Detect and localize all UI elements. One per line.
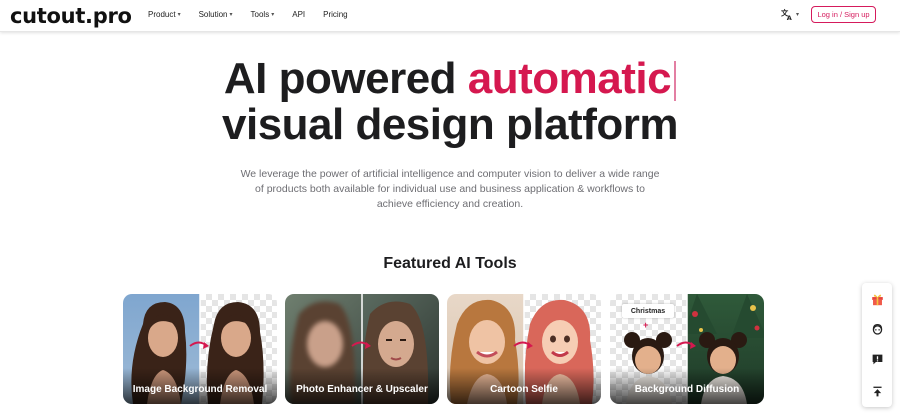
tool-card-label: Background Diffusion <box>634 384 740 395</box>
tool-card-background-removal[interactable]: Image Background Removal <box>123 294 277 404</box>
arrow-right-icon <box>513 341 533 349</box>
nav-pricing[interactable]: Pricing <box>323 10 347 19</box>
logo[interactable]: cutout.pro <box>10 4 132 28</box>
hero-title-highlight: automatic <box>467 54 672 103</box>
nav-api-label: API <box>292 10 306 19</box>
nav-product-label: Product <box>148 10 176 19</box>
back-to-top-icon <box>872 386 882 396</box>
christmas-tag: Christmas <box>622 304 674 318</box>
nav-pricing-label: Pricing <box>323 10 348 19</box>
featured-tools-title: Featured AI Tools <box>383 255 517 272</box>
language-selector[interactable]: 文 A ▾ <box>781 8 799 21</box>
nav-solution[interactable]: Solution ▾ <box>199 10 233 19</box>
chevron-down-icon: ▾ <box>271 12 275 18</box>
hero-description: We leverage the power of artificial inte… <box>240 168 660 210</box>
main-nav: Product ▾ Solution ▾ Tools ▾ API Pricing <box>148 10 366 19</box>
chevron-down-icon: ▾ <box>177 12 181 18</box>
nav-tools-label: Tools <box>250 10 270 19</box>
gift-button[interactable] <box>862 287 892 311</box>
arrow-right-icon <box>676 341 696 349</box>
hero-title-line2: visual design platform <box>222 100 678 149</box>
nav-tools[interactable]: Tools ▾ <box>251 10 275 19</box>
chevron-down-icon: ▾ <box>229 12 233 18</box>
tool-card-photo-enhancer[interactable]: Photo Enhancer & Upscaler <box>285 294 439 404</box>
translate-icon: 文 A <box>781 8 792 21</box>
gift-icon <box>871 294 883 305</box>
feedback-button[interactable] <box>862 347 892 371</box>
tool-card-cartoon-selfie[interactable]: Cartoon Selfie <box>447 294 601 404</box>
nav-api[interactable]: API <box>292 10 305 19</box>
login-signup-button[interactable]: Log in / Sign up <box>811 6 876 23</box>
tool-card-label: Photo Enhancer & Upscaler <box>296 384 428 395</box>
arrow-right-icon <box>351 341 371 349</box>
tool-card-label: Cartoon Selfie <box>490 384 558 395</box>
plus-icon: + <box>643 320 649 330</box>
chevron-down-icon: ▾ <box>796 12 800 18</box>
support-agent-icon <box>872 323 882 335</box>
back-to-top-button[interactable] <box>862 379 892 403</box>
feedback-icon <box>872 354 882 364</box>
top-navigation-bar: cutout.pro Product ▾ Solution ▾ Tools ▾ API… <box>0 0 900 32</box>
typing-cursor <box>674 61 677 102</box>
floating-side-toolbar <box>862 283 892 407</box>
hero-title-part1: AI powered <box>223 54 468 103</box>
tool-card-label: Image Background Removal <box>132 384 268 395</box>
arrow-right-icon <box>189 341 209 349</box>
nav-product[interactable]: Product ▾ <box>148 10 181 19</box>
support-button[interactable] <box>862 317 892 341</box>
svg-text:A: A <box>787 14 792 21</box>
nav-solution-label: Solution <box>198 10 228 19</box>
tool-card-background-diffusion[interactable]: Christmas + Background Diffusion <box>610 294 764 404</box>
